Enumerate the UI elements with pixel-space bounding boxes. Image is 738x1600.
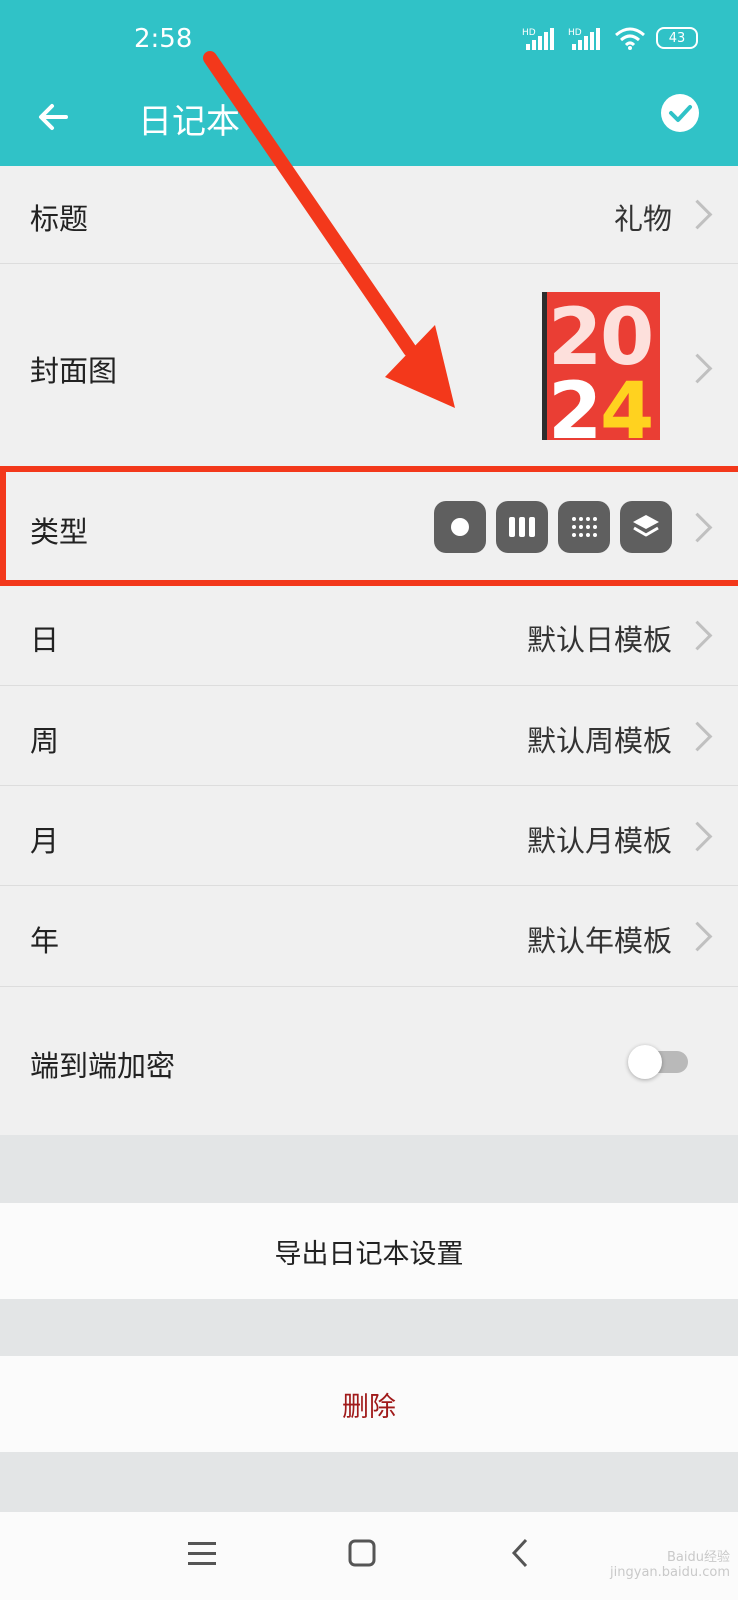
row-title-label: 标题: [30, 202, 89, 236]
row-year-value: 默认年模板: [526, 924, 672, 958]
system-nav-bar: Baidu经验 jingyan.baidu.com: [0, 1512, 738, 1600]
menu-icon[interactable]: [188, 1540, 216, 1566]
row-month[interactable]: 月 默认月模板: [0, 786, 738, 886]
chevron-right-icon: [682, 199, 713, 230]
row-month-label: 月: [30, 824, 60, 858]
row-encryption: 端到端加密: [0, 987, 738, 1135]
row-cover[interactable]: 封面图 2 0 2 4: [0, 264, 738, 469]
type-dot-icon[interactable]: [434, 501, 486, 553]
row-year[interactable]: 年 默认年模板: [0, 886, 738, 987]
section-gap: [0, 1299, 738, 1356]
row-encryption-label: 端到端加密: [30, 1049, 176, 1083]
toggle-thumb: [628, 1045, 662, 1079]
svg-text:HD: HD: [568, 28, 582, 38]
confirm-check-icon[interactable]: [660, 93, 700, 133]
svg-text:2: 2: [548, 367, 602, 440]
row-cover-label: 封面图: [30, 354, 118, 388]
row-month-value: 默认月模板: [526, 824, 672, 858]
signal-icon-2: HD: [568, 28, 600, 50]
export-settings-button[interactable]: 导出日记本设置: [0, 1203, 738, 1299]
row-day[interactable]: 日 默认日模板: [0, 585, 738, 686]
status-time: 2:58: [134, 24, 193, 54]
section-gap: [0, 1135, 738, 1203]
svg-text:HD: HD: [522, 28, 536, 38]
watermark: Baidu经验 jingyan.baidu.com: [610, 1550, 730, 1580]
back-icon[interactable]: [510, 1538, 530, 1568]
delete-label: 删除: [342, 1391, 396, 1423]
battery-icon: 43: [656, 27, 698, 49]
row-day-label: 日: [30, 623, 60, 657]
row-type[interactable]: 类型: [0, 469, 738, 585]
row-day-value: 默认日模板: [526, 623, 672, 657]
app-bar: 日记本: [0, 72, 738, 166]
wifi-icon: [615, 27, 645, 50]
row-week-label: 周: [30, 724, 60, 758]
battery-level: 43: [668, 30, 686, 46]
row-type-label: 类型: [30, 515, 89, 549]
delete-button[interactable]: 删除: [0, 1356, 738, 1452]
row-title[interactable]: 标题 礼物: [0, 166, 738, 264]
type-columns-icon[interactable]: [496, 501, 548, 553]
status-bar: 2:58 HD HD 43: [0, 0, 738, 72]
export-settings-label: 导出日记本设置: [274, 1238, 464, 1270]
signal-icon: HD: [522, 28, 554, 50]
chevron-right-icon: [682, 921, 713, 952]
type-layers-icon[interactable]: [620, 501, 672, 553]
chevron-right-icon: [682, 821, 713, 852]
encryption-toggle[interactable]: [628, 1045, 688, 1079]
home-icon[interactable]: [348, 1539, 376, 1567]
chevron-right-icon: [682, 512, 713, 543]
row-week-value: 默认周模板: [526, 724, 672, 758]
back-arrow-icon[interactable]: [36, 100, 70, 134]
cover-thumbnail[interactable]: 2 0 2 4: [542, 292, 660, 440]
type-grid-dots-icon[interactable]: [558, 501, 610, 553]
row-year-label: 年: [30, 924, 60, 958]
row-week[interactable]: 周 默认周模板: [0, 686, 738, 786]
chevron-right-icon: [682, 353, 713, 384]
chevron-right-icon: [682, 620, 713, 651]
svg-text:4: 4: [600, 367, 654, 440]
chevron-right-icon: [682, 721, 713, 752]
page-title: 日记本: [138, 102, 240, 142]
section-gap: [0, 1452, 738, 1512]
type-icons: [434, 501, 672, 553]
row-title-value: 礼物: [613, 202, 672, 236]
system-icons: HD HD 43: [522, 26, 698, 50]
